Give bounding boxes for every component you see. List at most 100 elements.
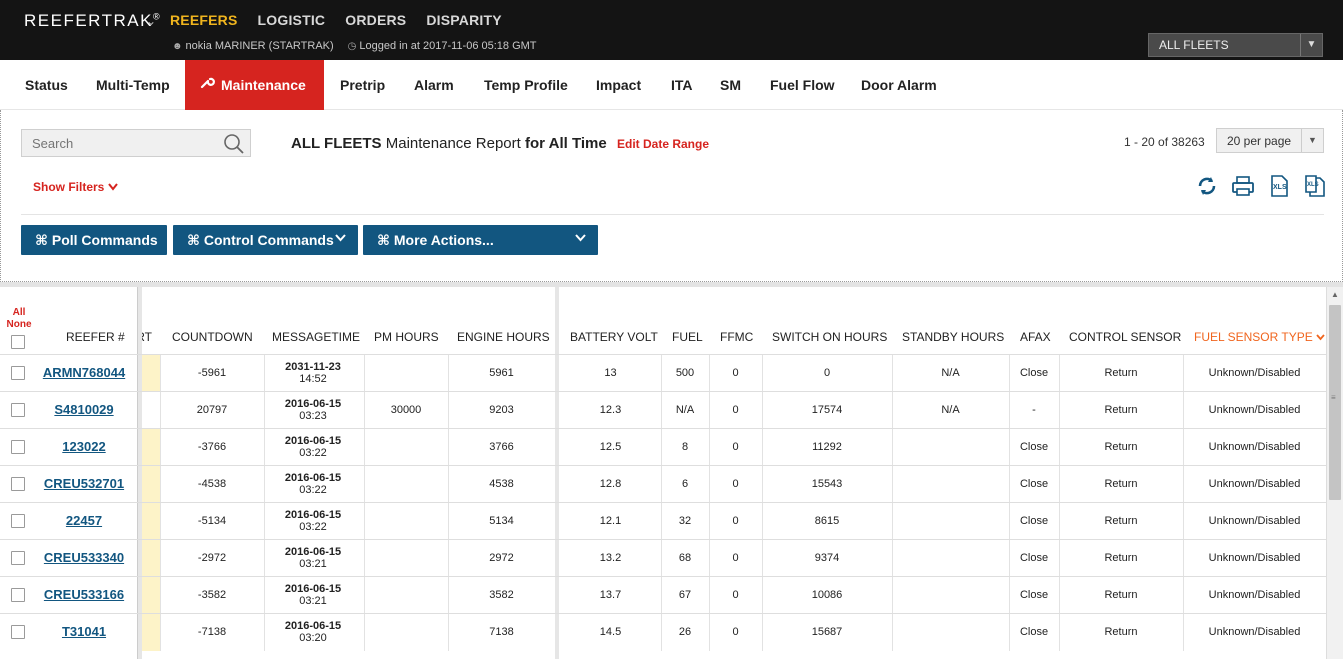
switch-on-cell: 10086 xyxy=(811,589,843,601)
reefer-link[interactable]: 123022 xyxy=(34,439,134,454)
tab-maintenance[interactable]: Maintenance xyxy=(185,60,324,110)
message-date: 2016-06-15 xyxy=(284,472,342,484)
control-cell: Return xyxy=(1104,478,1138,490)
per-page-select[interactable]: 20 per page ▼ xyxy=(1216,128,1324,153)
scroll-up-icon[interactable]: ▲ xyxy=(1331,290,1339,299)
nav-reefers[interactable]: REEFERS xyxy=(170,12,238,28)
report-title-fleet: ALL FLEETS xyxy=(291,135,382,152)
countdown-cell: -3582 xyxy=(197,589,227,601)
reefer-link[interactable]: ARMN768044 xyxy=(34,365,134,380)
col-header-battery-volt[interactable]: BATTERY VOLT xyxy=(570,330,658,344)
col-header-pm-hours[interactable]: PM HOURS xyxy=(374,330,439,344)
table-row[interactable]: 123022 2016-06-15 03:22 -3766 3766 12.5 8 0 1129… xyxy=(0,428,1326,466)
table-row[interactable]: T31041 2016-06-15 03:20 -7138 7138 14.5 26 0 156… xyxy=(0,613,1326,651)
col-header-afax[interactable]: AFAX xyxy=(1020,330,1051,344)
col-header-engine-hours[interactable]: ENGINE HOURS xyxy=(457,330,550,344)
col-header-fuel-sensor-type[interactable]: FUEL SENSOR TYPE xyxy=(1194,330,1325,344)
message-time: 03:22 xyxy=(299,447,327,459)
row-checkbox[interactable] xyxy=(11,514,25,528)
engine-cell: 7138 xyxy=(489,626,514,638)
reefer-link[interactable]: CREU533166 xyxy=(34,587,134,602)
table-row[interactable]: 22457 2016-06-15 03:22 -5134 5134 12.1 32 0 8615… xyxy=(0,502,1326,540)
table-row[interactable]: CREU533166 2016-06-15 03:21 -3582 3582 13.7 67… xyxy=(0,576,1326,614)
reefer-link[interactable]: T31041 xyxy=(34,624,134,639)
select-all-link[interactable]: All xyxy=(4,307,34,319)
col-header-rt[interactable]: RT xyxy=(142,330,152,344)
battery-cell: 12.5 xyxy=(599,441,622,453)
nav-disparity[interactable]: DISPARITY xyxy=(426,12,501,28)
col-header-switch-on-hours[interactable]: SWITCH ON HOURS xyxy=(772,330,887,344)
fleet-select[interactable]: ALL FLEETS ▼ xyxy=(1148,33,1323,57)
app-switcher-chevron-icon[interactable]: ⌄ xyxy=(146,14,156,28)
search-input[interactable] xyxy=(21,129,251,157)
row-checkbox[interactable] xyxy=(11,366,25,380)
message-date: 2016-06-15 xyxy=(284,620,342,632)
export-xls-icon[interactable]: XLS xyxy=(1267,174,1291,198)
select-none-link[interactable]: None xyxy=(4,319,34,331)
rt-indicator xyxy=(142,503,160,540)
messagetime-cell: 2031-11-23 14:52 xyxy=(265,361,361,385)
nav-logistic[interactable]: LOGISTIC xyxy=(258,12,326,28)
nav-orders[interactable]: ORDERS xyxy=(345,12,406,28)
tab-pretrip[interactable]: Pretrip xyxy=(340,60,385,110)
fleet-select-chevron-icon: ▼ xyxy=(1300,34,1322,56)
table-row[interactable]: ARMN768044 2031-11-23 14:52 -5961 5961 13 500 0… xyxy=(0,354,1326,392)
message-time: 14:52 xyxy=(299,373,327,385)
scrollbar-thumb[interactable] xyxy=(1329,305,1341,500)
column-divider xyxy=(892,577,893,614)
top-bar: REEFERTRAK® ⌄ REEFERS LOGISTIC ORDERS DI… xyxy=(0,0,1343,60)
tab-sm[interactable]: SM xyxy=(720,60,741,110)
col-header-standby-hours[interactable]: STANDBY HOURS xyxy=(902,330,1004,344)
tab-fuel-flow[interactable]: Fuel Flow xyxy=(770,60,835,110)
tab-multi-temp[interactable]: Multi-Temp xyxy=(96,60,170,110)
edit-date-range-link[interactable]: Edit Date Range xyxy=(617,137,709,151)
user-name: nokia MARINER (STARTRAK) xyxy=(185,40,334,52)
row-checkbox[interactable] xyxy=(11,625,25,639)
show-filters-toggle[interactable]: Show Filters xyxy=(33,180,118,194)
ffmc-cell: 0 xyxy=(732,441,739,453)
refresh-icon[interactable] xyxy=(1195,174,1219,198)
column-divider xyxy=(892,540,893,577)
main-nav: REEFERS LOGISTIC ORDERS DISPARITY xyxy=(170,12,502,28)
poll-commands-button[interactable]: ⌘ Poll Commands xyxy=(21,225,167,255)
select-all-checkbox[interactable] xyxy=(11,335,25,349)
tab-impact[interactable]: Impact xyxy=(596,60,641,110)
col-header-control-sensor[interactable]: CONTROL SENSOR xyxy=(1069,330,1181,344)
tab-status[interactable]: Status xyxy=(25,60,68,110)
print-icon[interactable] xyxy=(1231,174,1255,198)
col-header-countdown[interactable]: COUNTDOWN xyxy=(172,330,253,344)
tab-temp-profile[interactable]: Temp Profile xyxy=(484,60,568,110)
col-header-messagetime[interactable]: MESSAGETIME xyxy=(272,330,360,344)
chevron-down-icon xyxy=(335,225,346,255)
tab-alarm[interactable]: Alarm xyxy=(414,60,454,110)
table-row[interactable]: CREU532701 2016-06-15 03:22 -4538 4538 12.8 6 0… xyxy=(0,465,1326,503)
tab-ita[interactable]: ITA xyxy=(671,60,693,110)
report-tabs: Status Multi-Temp Maintenance Pretrip Al… xyxy=(0,60,1343,110)
vertical-scrollbar[interactable]: ▲ ≡ xyxy=(1326,287,1343,659)
row-checkbox[interactable] xyxy=(11,477,25,491)
reefer-link[interactable]: S4810029 xyxy=(34,402,134,417)
col-header-fuel[interactable]: FUEL xyxy=(672,330,703,344)
export-xls-multi-icon[interactable]: XLS xyxy=(1303,174,1327,198)
more-actions-button[interactable]: ⌘ More Actions... xyxy=(363,225,598,255)
row-checkbox[interactable] xyxy=(11,403,25,417)
switch-on-cell: 17574 xyxy=(811,404,843,416)
app-logo[interactable]: REEFERTRAK® xyxy=(24,11,161,31)
row-checkbox[interactable] xyxy=(11,440,25,454)
tab-door-alarm[interactable]: Door Alarm xyxy=(861,60,937,110)
col-header-ffmc[interactable]: FFMC xyxy=(720,330,753,344)
svg-text:XLS: XLS xyxy=(1273,184,1287,191)
row-checkbox[interactable] xyxy=(11,588,25,602)
fuel-cell: 8 xyxy=(681,441,689,453)
control-commands-button[interactable]: ⌘ Control Commands xyxy=(173,225,358,255)
col-header-reefer[interactable]: REEFER # xyxy=(66,330,125,344)
table-row[interactable]: CREU533340 2016-06-15 03:21 -2972 2972 13.2 68… xyxy=(0,539,1326,577)
search-icon[interactable] xyxy=(223,133,244,154)
messagetime-cell: 2016-06-15 03:21 xyxy=(265,583,361,607)
reefer-link[interactable]: CREU532701 xyxy=(34,476,134,491)
reefer-link[interactable]: 22457 xyxy=(34,513,134,528)
engine-cell: 9203 xyxy=(489,404,514,416)
reefer-link[interactable]: CREU533340 xyxy=(34,550,134,565)
row-checkbox[interactable] xyxy=(11,551,25,565)
table-row[interactable]: S4810029 2016-06-15 03:23 20797 30000 9203 12.… xyxy=(0,391,1326,429)
